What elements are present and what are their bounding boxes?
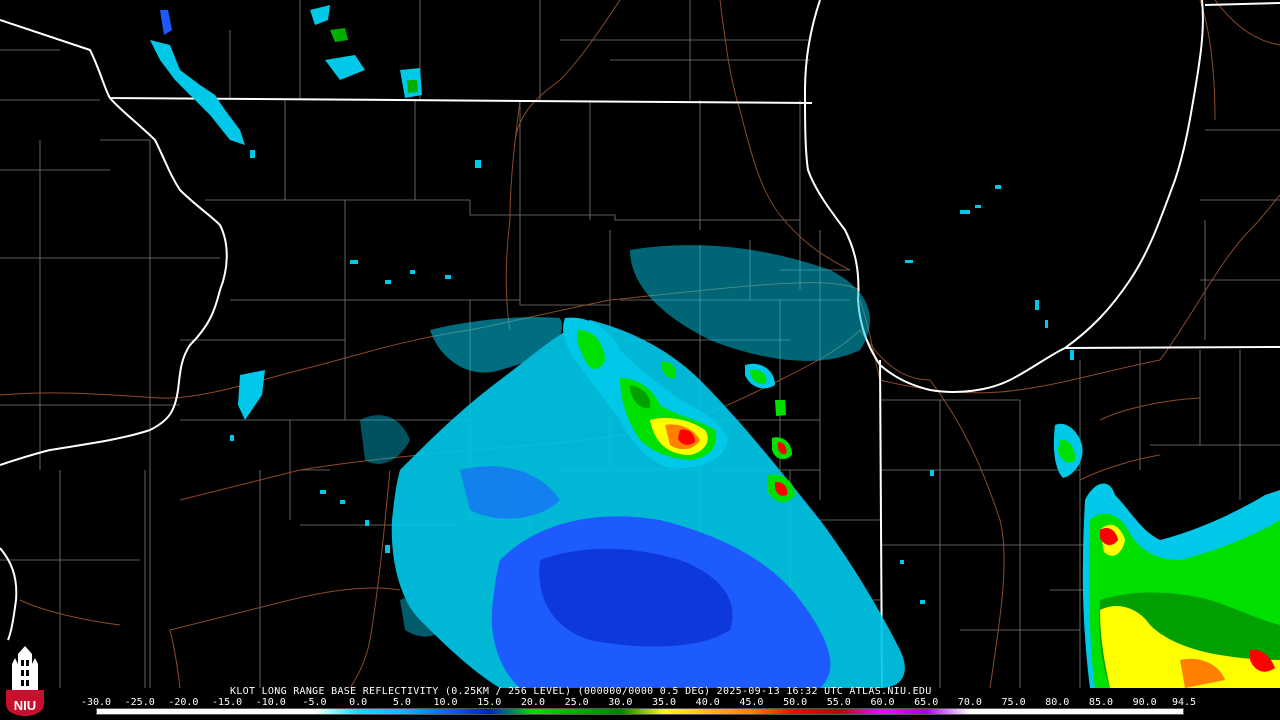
scale-tick-label: 60.0 <box>870 697 895 708</box>
reflectivity-color-bar <box>96 708 1184 715</box>
scale-tick-label: 20.0 <box>520 697 545 708</box>
scale-tick-label: -20.0 <box>168 697 199 708</box>
scale-tick-label: 94.5 <box>1171 697 1197 708</box>
scale-tick-label: 5.0 <box>392 697 411 708</box>
southeast-storms <box>1082 483 1280 688</box>
scale-tick-label: 50.0 <box>783 697 808 708</box>
scale-tick-label: -10.0 <box>255 697 286 708</box>
scale-tick-label: 10.0 <box>433 697 458 708</box>
radar-echoes <box>150 5 1280 688</box>
radar-display: KLOT LONG RANGE BASE REFLECTIVITY (0.25K… <box>0 0 1280 720</box>
scale-tick-label: -30.0 <box>80 697 112 708</box>
niu-logo: NIU <box>4 646 46 716</box>
scale-tick-label: 85.0 <box>1088 697 1114 708</box>
scale-tick-label: -5.0 <box>302 697 327 708</box>
scale-tick-label: 80.0 <box>1045 697 1070 708</box>
northwest-echoes <box>150 5 422 420</box>
scale-tick-label: -15.0 <box>212 697 243 708</box>
scale-tick-label: 55.0 <box>826 697 851 708</box>
scale-tick-label: 15.0 <box>477 697 502 708</box>
scale-tick-labels: -30.0 -25.0 -20.0 -15.0 -10.0 -5.0 0.0 5.0 10.0 1… <box>81 697 1197 708</box>
radar-map <box>0 0 1280 688</box>
scale-tick-label: 75.0 <box>1001 697 1026 708</box>
scale-tick-label: 40.0 <box>695 697 720 708</box>
niu-logo-text: NIU <box>14 698 36 713</box>
scale-tick-label: 35.0 <box>651 697 677 708</box>
scale-tick-label: -25.0 <box>124 697 155 708</box>
scale-tick-label: 0.0 <box>349 697 368 708</box>
scale-tick-label: 30.0 <box>608 697 633 708</box>
scale-tick-label: 70.0 <box>957 697 982 708</box>
scale-tick-label: 45.0 <box>739 697 764 708</box>
scale-tick-label: 90.0 <box>1132 697 1157 708</box>
scale-tick-label: 65.0 <box>914 697 939 708</box>
scale-tick-label: 25.0 <box>564 697 589 708</box>
